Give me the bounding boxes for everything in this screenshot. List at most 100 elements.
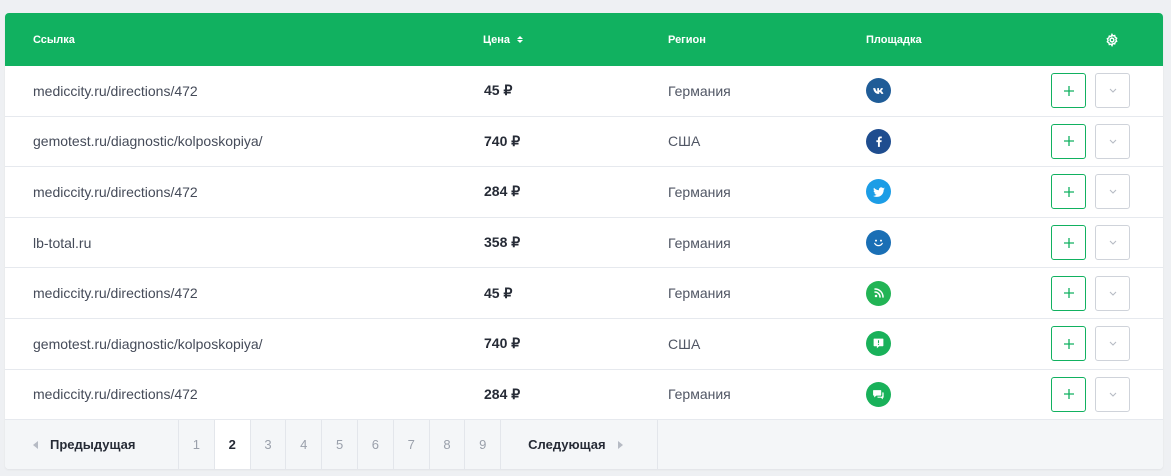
column-header-region: Регион (668, 33, 706, 46)
row-platform (866, 319, 891, 369)
chevron-down-icon (1109, 392, 1116, 397)
row-link[interactable]: lb-total.ru (33, 218, 91, 268)
table-header: Ссылка Цена Регион Площадка (5, 13, 1163, 66)
add-button[interactable] (1051, 225, 1086, 261)
row-link[interactable]: mediccity.ru/directions/472 (33, 167, 198, 217)
expand-button[interactable] (1095, 123, 1130, 159)
arrow-right-icon (617, 440, 623, 449)
expand-button[interactable] (1095, 225, 1130, 261)
arrow-left-icon (33, 440, 38, 449)
row-region: Германия (668, 183, 731, 200)
row-platform (866, 66, 891, 116)
table-row: mediccity.ru/directions/472 45 ₽ Германия (5, 66, 1163, 117)
table-row: lb-total.ru 358 ₽ Германия (5, 218, 1163, 269)
add-button[interactable] (1051, 376, 1086, 412)
plus-icon (1063, 389, 1074, 400)
pagination-next-label: Следующая (528, 437, 606, 452)
add-button[interactable] (1051, 73, 1086, 109)
smile-icon (866, 230, 891, 256)
pagination-page[interactable]: 6 (358, 420, 394, 469)
row-link[interactable]: mediccity.ru/directions/472 (33, 66, 198, 116)
table-row: mediccity.ru/directions/472 284 ₽ Германия (5, 167, 1163, 218)
row-actions (1051, 370, 1130, 420)
plus-icon (1063, 237, 1074, 248)
row-link[interactable]: gemotest.ru/diagnostic/kolposkopiya/ (33, 117, 263, 167)
row-price: 358 ₽ (484, 234, 521, 251)
pagination-page[interactable]: 5 (322, 420, 358, 469)
plus-icon (1063, 338, 1074, 349)
row-region: Германия (668, 285, 731, 302)
row-price: 45 ₽ (484, 284, 513, 301)
pagination-page[interactable]: 4 (286, 420, 323, 469)
table-body: mediccity.ru/directions/472 45 ₽ Германия g… (5, 66, 1163, 421)
sort-icon[interactable] (517, 36, 524, 43)
plus-icon (1063, 288, 1074, 299)
row-link[interactable]: gemotest.ru/diagnostic/kolposkopiya/ (33, 319, 263, 369)
pagination-page[interactable]: 2 (214, 420, 251, 469)
pagination-prev-label: Предыдущая (50, 437, 136, 452)
row-price: 740 ₽ (484, 335, 521, 352)
row-region: Германия (668, 82, 731, 99)
row-platform (866, 268, 891, 318)
links-table: Ссылка Цена Регион Площадка mediccity.ru… (5, 13, 1163, 469)
table-row: gemotest.ru/diagnostic/kolposkopiya/740 … (5, 117, 1163, 168)
row-actions (1051, 218, 1130, 268)
row-platform (866, 218, 891, 268)
row-platform (866, 167, 891, 217)
row-actions (1051, 117, 1130, 167)
chevron-down-icon (1109, 88, 1116, 94)
row-region: Германия (668, 234, 731, 251)
add-button[interactable] (1051, 123, 1086, 159)
pagination-page[interactable]: 9 (465, 420, 502, 469)
pagination-pages: 123456789 (179, 420, 502, 469)
add-button[interactable] (1051, 174, 1086, 210)
chevron-down-icon (1109, 341, 1116, 347)
row-actions (1051, 167, 1130, 217)
row-actions (1051, 319, 1130, 369)
row-price: 45 ₽ (484, 82, 513, 99)
chevron-down-icon (1109, 240, 1116, 245)
pagination-page[interactable]: 3 (251, 420, 287, 469)
twitter-icon (866, 179, 891, 205)
column-header-link: Ссылка (33, 33, 75, 46)
row-price: 284 ₽ (484, 183, 521, 200)
row-region: США (668, 335, 701, 352)
row-platform (866, 117, 891, 167)
rss-icon (866, 280, 891, 306)
message-icon (866, 381, 891, 407)
row-price: 284 ₽ (484, 385, 521, 402)
row-actions (1051, 268, 1130, 318)
table-row: gemotest.ru/diagnostic/kolposkopiya/740 … (5, 319, 1163, 370)
column-header-platform: Площадка (866, 33, 922, 46)
table-row: mediccity.ru/directions/472 45 ₽ Германия (5, 268, 1163, 319)
pagination-page[interactable]: 1 (179, 420, 215, 469)
pagination-next-button[interactable]: Следующая (501, 420, 659, 469)
add-button[interactable] (1051, 326, 1086, 362)
row-region: Германия (668, 386, 731, 403)
chevron-down-icon (1109, 190, 1116, 195)
expand-button[interactable] (1095, 174, 1130, 210)
pagination-page[interactable]: 7 (394, 420, 430, 469)
pagination-filler (658, 420, 1163, 469)
row-link[interactable]: mediccity.ru/directions/472 (33, 370, 198, 420)
pagination-page[interactable]: 8 (430, 420, 466, 469)
pagination-prev-button[interactable]: Предыдущая (5, 420, 179, 469)
expand-button[interactable] (1095, 275, 1130, 311)
plus-icon (1063, 186, 1074, 197)
chevron-down-icon (1109, 291, 1116, 296)
row-link[interactable]: mediccity.ru/directions/472 (33, 268, 198, 318)
plus-icon (1063, 85, 1074, 96)
facebook-icon (866, 128, 891, 154)
column-header-price-label: Цена (483, 33, 511, 46)
settings-button[interactable] (1105, 13, 1119, 66)
row-platform (866, 370, 891, 420)
expand-button[interactable] (1095, 376, 1130, 412)
plus-icon (1063, 136, 1074, 147)
vk-icon (866, 78, 891, 104)
gear-icon (1106, 32, 1118, 47)
expand-button[interactable] (1095, 73, 1130, 109)
column-header-price[interactable]: Цена (483, 13, 524, 66)
expand-button[interactable] (1095, 326, 1130, 362)
add-button[interactable] (1051, 275, 1086, 311)
table-row: mediccity.ru/directions/472 284 ₽ Германия (5, 370, 1163, 421)
